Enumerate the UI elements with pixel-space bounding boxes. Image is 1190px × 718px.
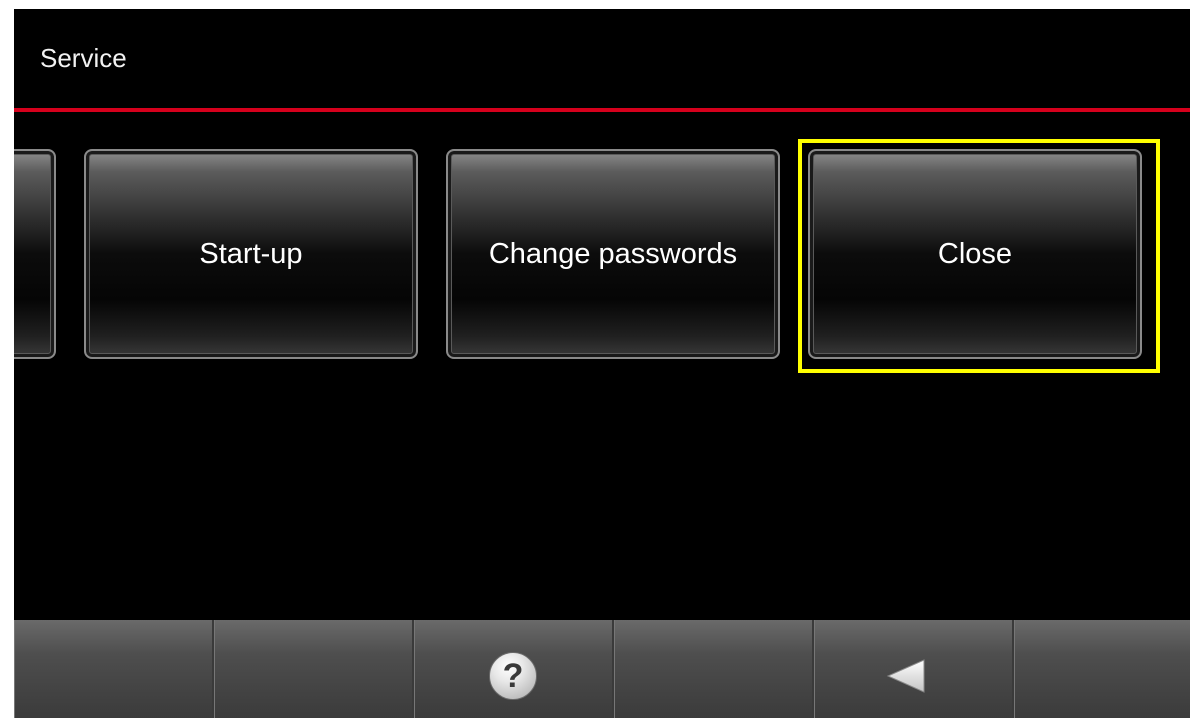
toolbar-slot-1[interactable] <box>14 620 214 718</box>
startup-button-label: Start-up <box>199 237 303 270</box>
header-divider <box>14 108 1190 112</box>
close-button[interactable]: Close <box>808 149 1142 359</box>
toolbar-slot-6[interactable] <box>1014 620 1190 718</box>
page-title: Service <box>40 43 127 73</box>
close-button-label: Close <box>937 237 1013 270</box>
back-arrow-icon <box>886 659 925 693</box>
toolbar-slot-2[interactable] <box>214 620 414 718</box>
help-icon: ? <box>489 652 537 700</box>
change-passwords-button[interactable]: Change passwords <box>446 149 780 359</box>
hmi-screen: Service Start-up Change passwords Close … <box>14 9 1190 718</box>
change-passwords-button-label: Change passwords <box>488 237 738 270</box>
toolbar-slot-4[interactable] <box>614 620 814 718</box>
startup-button[interactable]: Start-up <box>84 149 418 359</box>
back-button[interactable] <box>814 620 1014 718</box>
partially-visible-button[interactable] <box>14 149 56 359</box>
header: Service <box>14 9 1190 112</box>
help-button[interactable]: ? <box>414 620 614 718</box>
bottom-toolbar: ? <box>14 620 1190 718</box>
